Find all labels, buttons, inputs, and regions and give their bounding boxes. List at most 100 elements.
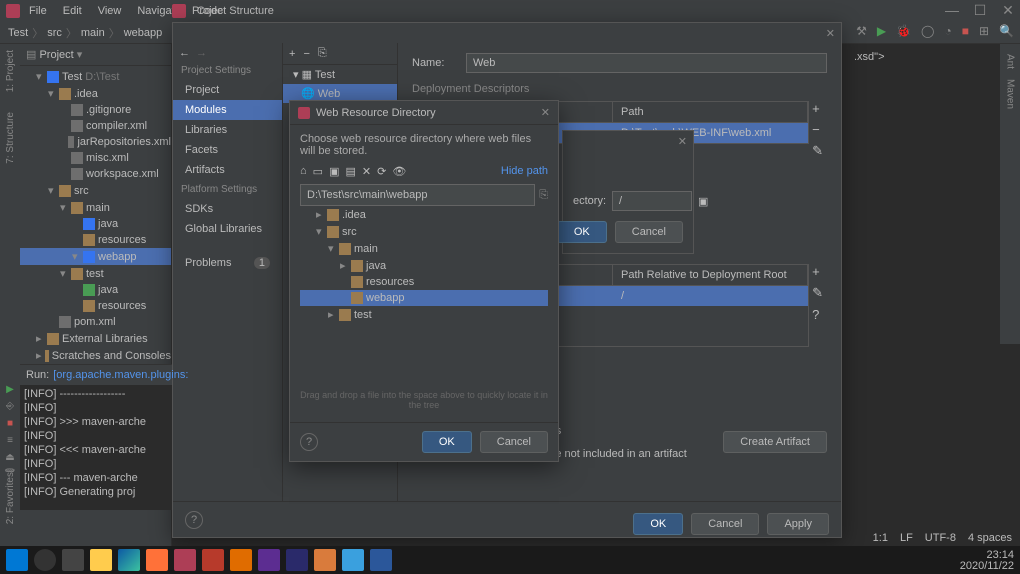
- close-icon[interactable]: ✕: [826, 27, 835, 40]
- tree-item[interactable]: pom.xml: [20, 314, 171, 330]
- project-tree[interactable]: ▾Test D:\Test▾.idea.gitignorecompiler.xm…: [20, 66, 171, 366]
- cancel-button[interactable]: Cancel: [691, 513, 759, 535]
- remove-icon[interactable]: −: [812, 122, 823, 137]
- tree-item[interactable]: ▸java: [300, 257, 548, 274]
- maven-tab[interactable]: Maven: [1005, 79, 1016, 109]
- rerun-icon[interactable]: ▶: [6, 384, 14, 395]
- cancel-button[interactable]: Cancel: [615, 221, 683, 243]
- copy-icon[interactable]: ⎘: [318, 47, 327, 60]
- delete-icon[interactable]: ✕: [362, 165, 371, 178]
- hide-path-link[interactable]: Hide path: [501, 165, 548, 178]
- add-icon[interactable]: +: [812, 101, 823, 116]
- sidebar-item-problems[interactable]: Problems 1: [173, 253, 282, 273]
- remove-icon[interactable]: −: [303, 48, 309, 60]
- system-clock[interactable]: 23:142020/11/22: [960, 550, 1014, 572]
- tree-item[interactable]: webapp: [300, 290, 548, 306]
- search-icon[interactable]: 🔍: [999, 24, 1014, 38]
- project-tab[interactable]: 1: Project: [5, 50, 16, 92]
- firefox-icon[interactable]: [146, 549, 168, 571]
- name-input[interactable]: [466, 53, 827, 73]
- start-icon[interactable]: [6, 549, 28, 571]
- run-target[interactable]: [org.apache.maven.plugins:: [53, 369, 188, 381]
- favorites-tab[interactable]: 2: Favorites: [5, 472, 16, 524]
- close-icon[interactable]: ✕: [1000, 2, 1016, 19]
- sidebar-item-global-libs[interactable]: Global Libraries: [173, 219, 282, 239]
- line-ending[interactable]: LF: [900, 532, 913, 544]
- tree-item[interactable]: ▾src: [300, 223, 548, 240]
- hammer-icon[interactable]: ⚒: [856, 24, 867, 38]
- sidebar-item-project[interactable]: Project: [173, 80, 282, 100]
- newfolder-icon[interactable]: ▤: [345, 165, 355, 178]
- breadcrumb-item[interactable]: webapp: [124, 27, 163, 39]
- editor[interactable]: .xsd">: [848, 44, 1000, 364]
- taskview-icon[interactable]: [62, 549, 84, 571]
- app-icon[interactable]: [230, 549, 252, 571]
- back-icon[interactable]: ←: [179, 47, 190, 59]
- tree-item[interactable]: jarRepositories.xml: [20, 134, 171, 150]
- ok-button[interactable]: OK: [557, 221, 607, 243]
- project-icon[interactable]: ▣: [329, 165, 339, 178]
- refresh-icon[interactable]: ⟳: [377, 165, 386, 178]
- run-icon[interactable]: ▶: [877, 24, 886, 38]
- tree-item[interactable]: ▾webapp: [20, 248, 171, 265]
- ok-button[interactable]: OK: [633, 513, 683, 535]
- app-icon[interactable]: [202, 549, 224, 571]
- attach-icon[interactable]: ⎆: [6, 401, 14, 412]
- app-icon[interactable]: [286, 549, 308, 571]
- indent[interactable]: 4 spaces: [968, 532, 1012, 544]
- tree-item[interactable]: java: [20, 216, 171, 232]
- dir-input[interactable]: [612, 191, 692, 211]
- tree-item[interactable]: ▸External Libraries: [20, 330, 171, 347]
- tree-item[interactable]: ▾Test D:\Test: [20, 68, 171, 85]
- close-icon[interactable]: ✕: [678, 135, 687, 148]
- app-icon[interactable]: [314, 549, 336, 571]
- menu-file[interactable]: File: [22, 2, 54, 20]
- tree-item[interactable]: resources: [300, 274, 548, 290]
- tree-item[interactable]: misc.xml: [20, 150, 171, 166]
- breadcrumb-item[interactable]: src: [47, 27, 62, 39]
- add-icon[interactable]: +: [812, 264, 823, 279]
- vs-icon[interactable]: [258, 549, 280, 571]
- tree-item[interactable]: ▸test: [300, 306, 548, 323]
- search-icon[interactable]: [34, 549, 56, 571]
- home-icon[interactable]: ⌂: [300, 165, 307, 178]
- edit-icon[interactable]: ✎: [812, 143, 823, 159]
- tree-item[interactable]: ▸Scratches and Consoles: [20, 347, 171, 364]
- ant-tab[interactable]: Ant: [1005, 54, 1016, 69]
- sidebar-item-artifacts[interactable]: Artifacts: [173, 160, 282, 180]
- layout-icon[interactable]: ⊞: [979, 24, 989, 38]
- coverage-icon[interactable]: ◯: [921, 24, 934, 38]
- explorer-icon[interactable]: [90, 549, 112, 571]
- help-icon[interactable]: ?: [812, 307, 823, 322]
- exit-icon[interactable]: ⏏: [5, 452, 14, 463]
- project-header[interactable]: ▤ Project ▾: [20, 44, 171, 66]
- app-icon[interactable]: [342, 549, 364, 571]
- tree-item[interactable]: ▾main: [300, 240, 548, 257]
- tree-item[interactable]: .gitignore: [20, 102, 171, 118]
- breadcrumb-item[interactable]: main: [81, 27, 105, 39]
- minimize-icon[interactable]: —: [944, 2, 960, 19]
- sidebar-item-sdks[interactable]: SDKs: [173, 199, 282, 219]
- stop-icon[interactable]: ■: [7, 418, 13, 429]
- sidebar-item-libraries[interactable]: Libraries: [173, 120, 282, 140]
- help-icon[interactable]: ?: [300, 433, 318, 451]
- menu-view[interactable]: View: [91, 2, 129, 20]
- directory-tree[interactable]: ▸.idea▾src▾main▸javaresourceswebapp▸test: [300, 206, 548, 386]
- maximize-icon[interactable]: ☐: [972, 2, 988, 19]
- forward-icon[interactable]: →: [196, 47, 207, 59]
- tree-item[interactable]: ▾main: [20, 199, 171, 216]
- help-icon[interactable]: ?: [185, 511, 203, 529]
- close-icon[interactable]: ✕: [541, 106, 550, 119]
- intellij-icon[interactable]: [174, 549, 196, 571]
- edge-icon[interactable]: [118, 549, 140, 571]
- ok-button[interactable]: OK: [422, 431, 472, 453]
- history-icon[interactable]: ⎘: [539, 189, 548, 202]
- stop-icon[interactable]: ■: [962, 24, 969, 38]
- path-input[interactable]: [300, 184, 535, 206]
- apply-button[interactable]: Apply: [767, 513, 829, 535]
- tree-item[interactable]: ▾src: [20, 182, 171, 199]
- sidebar-item-modules[interactable]: Modules: [173, 100, 282, 120]
- create-artifact-button[interactable]: Create Artifact: [723, 431, 827, 453]
- encoding[interactable]: UTF-8: [925, 532, 956, 544]
- edit-icon[interactable]: ✎: [812, 285, 823, 301]
